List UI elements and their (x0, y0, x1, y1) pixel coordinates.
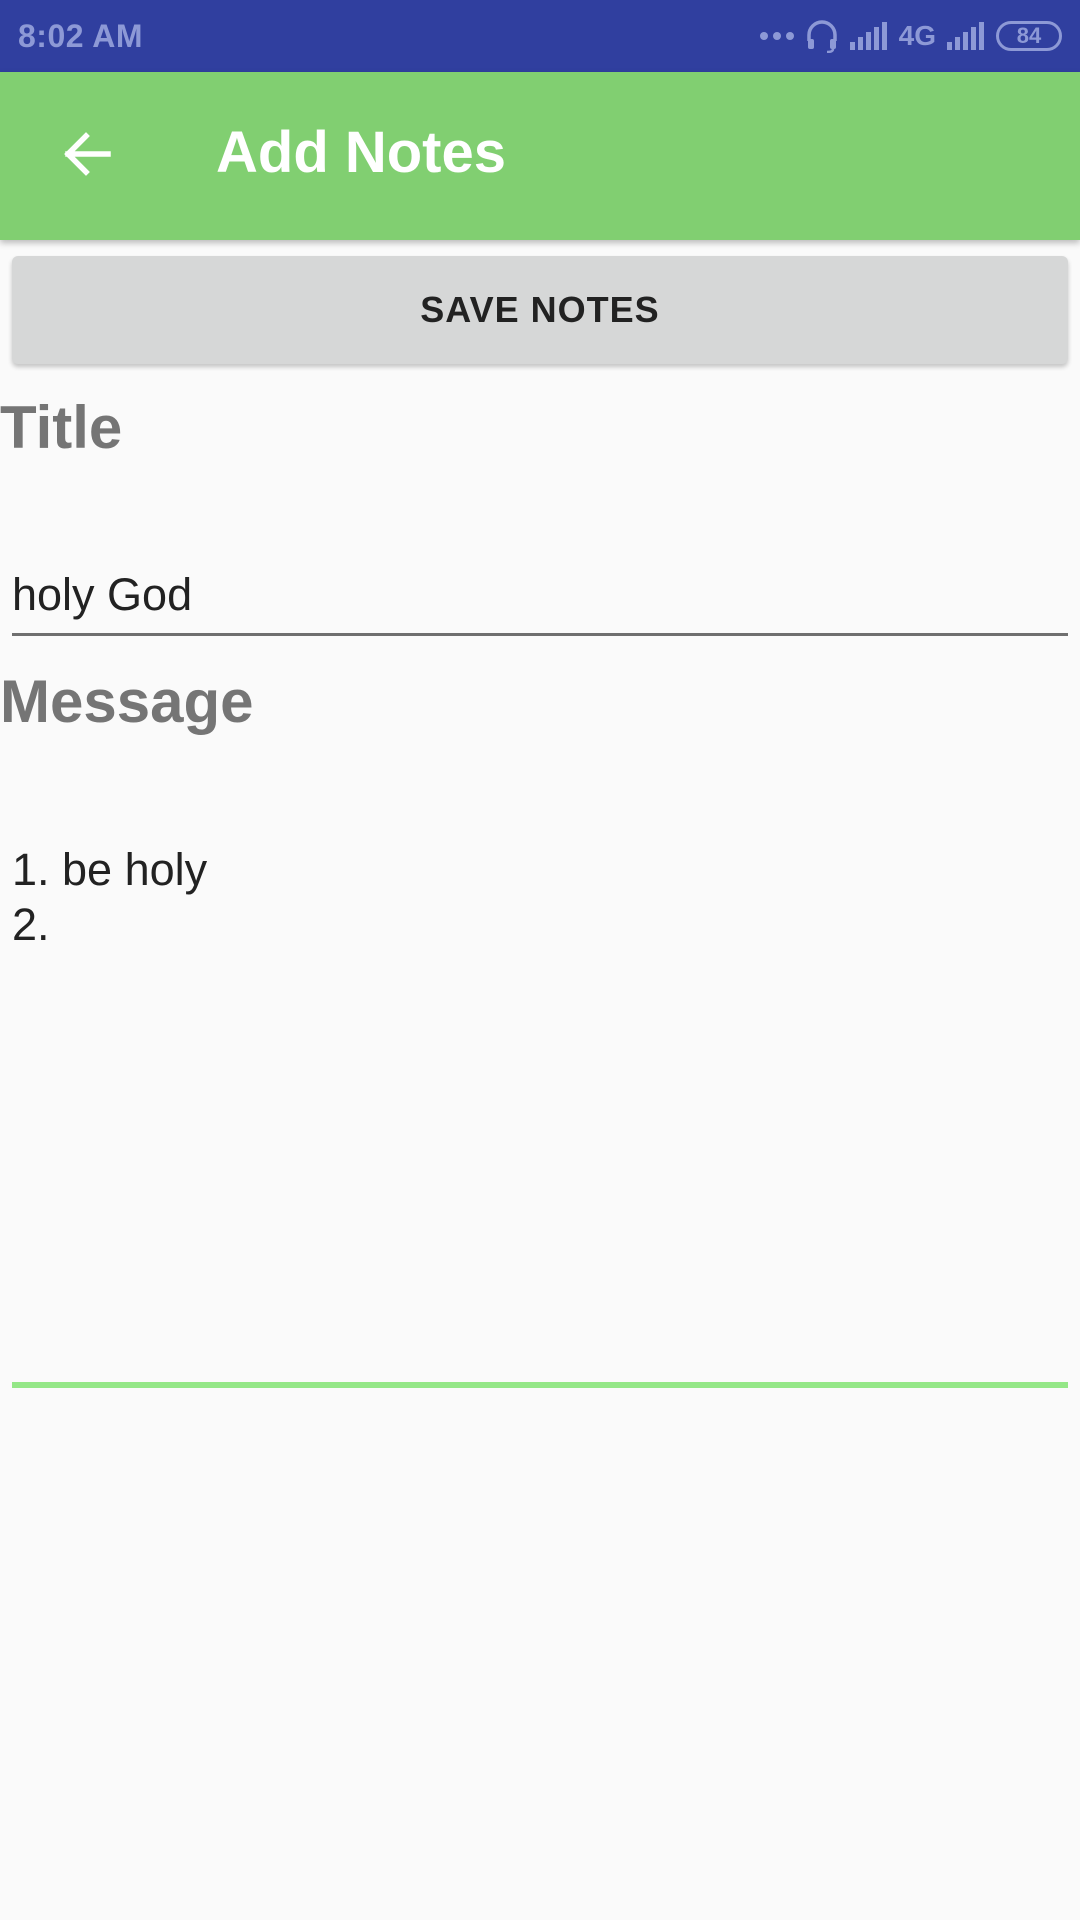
more-dots-icon (759, 30, 795, 42)
app-bar: Add Notes (0, 72, 1080, 240)
title-label: Title (0, 394, 123, 461)
headset-icon (805, 19, 839, 53)
arrow-back-icon (60, 128, 112, 185)
status-bar: 8:02 AM 4G 84 (0, 0, 1080, 72)
message-line: 2. (12, 899, 50, 950)
back-button[interactable] (44, 114, 128, 198)
message-line: 1. be holy (12, 844, 208, 895)
signal-icon (849, 22, 889, 50)
network-type-label: 4G (898, 20, 936, 51)
message-label: Message (0, 668, 254, 735)
battery-indicator: 84 (996, 21, 1062, 51)
status-time: 8:02 AM (18, 17, 144, 54)
status-icons: 4G 84 (759, 19, 1062, 53)
page-title: Add Notes (216, 120, 506, 185)
message-input[interactable]: 1. be holy 2. (12, 842, 1068, 1388)
save-notes-button[interactable]: SAVE NOTES (12, 256, 1068, 364)
title-input[interactable]: holy God (12, 560, 1068, 636)
signal-icon (946, 22, 986, 50)
